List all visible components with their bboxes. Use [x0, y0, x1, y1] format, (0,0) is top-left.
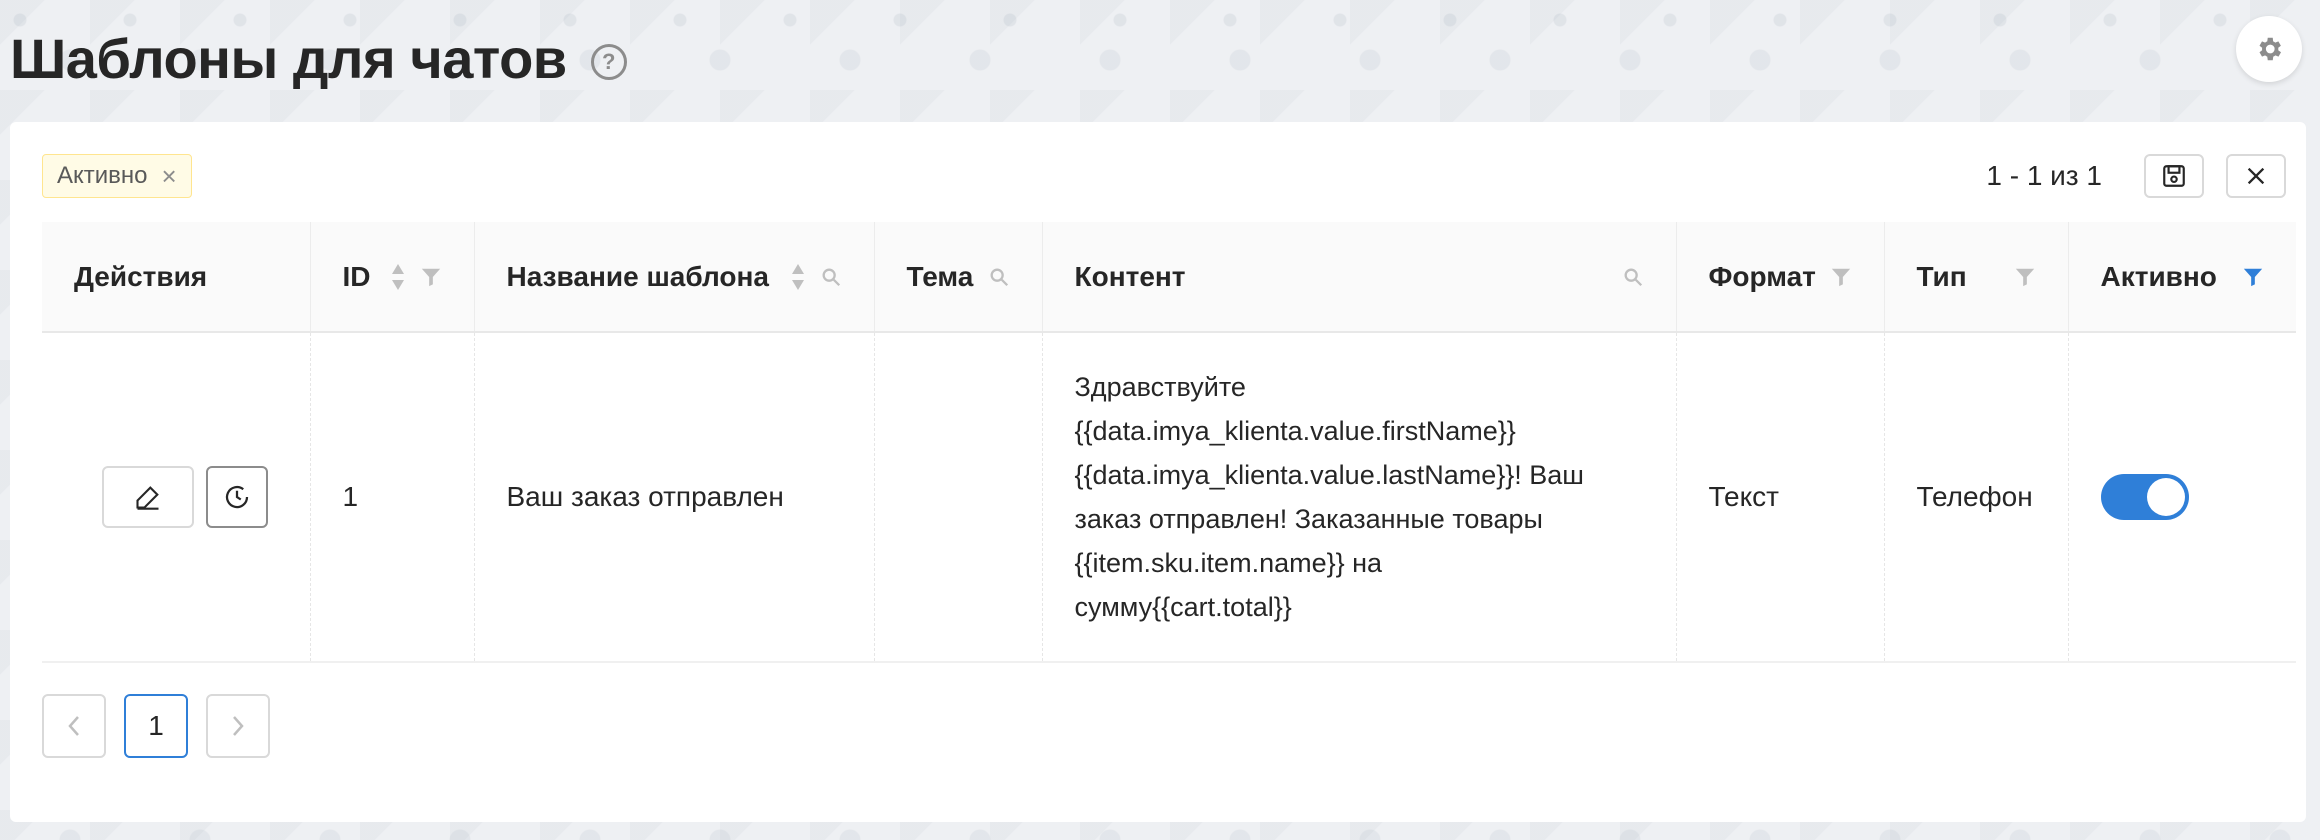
gear-icon: [2259, 37, 2281, 61]
column-header-name[interactable]: Название шаблона: [473, 222, 874, 333]
column-header-actions: Действия: [42, 222, 310, 333]
save-icon: [2163, 165, 2185, 187]
column-header-format[interactable]: Формат: [1675, 222, 1884, 333]
search-icon[interactable]: [988, 266, 1010, 288]
table-header-row: Действия ID Название шаблона Тема Контен…: [42, 222, 2296, 333]
edit-button[interactable]: [101, 466, 194, 528]
content-line: {{data.imya_klienta.value.lastName}}! Ва…: [1074, 460, 1584, 490]
cell-subject: [873, 332, 1042, 663]
edit-icon: [136, 486, 159, 510]
column-header-type[interactable]: Тип: [1883, 222, 2068, 333]
templates-card: Активно × 1 - 1 из 1 Действия ID Названи…: [10, 122, 2306, 822]
filter-icon[interactable]: [1830, 266, 1852, 288]
filter-tag-label: Активно: [57, 162, 148, 189]
cell-type: Телефон: [1883, 332, 2068, 663]
column-header-id[interactable]: ID: [309, 222, 474, 333]
cell-actions: [42, 332, 310, 663]
content-line: Здравствуйте: [1074, 372, 1246, 402]
active-toggle[interactable]: [2100, 474, 2189, 520]
sort-icon[interactable]: [790, 262, 806, 292]
page-header: Шаблоны для чатов ?: [10, 18, 627, 98]
content-line: {{item.sku.item.name}} на: [1074, 548, 1383, 578]
chevron-right-icon: [233, 716, 244, 736]
column-header-active[interactable]: Активно: [2067, 222, 2296, 333]
save-view-button[interactable]: [2144, 154, 2204, 198]
range-text: 1 - 1 из 1: [1986, 160, 2102, 191]
clear-filters-button[interactable]: [2226, 154, 2286, 198]
sort-icon[interactable]: [390, 262, 406, 292]
history-button[interactable]: [205, 466, 268, 528]
templates-table: Действия ID Название шаблона Тема Контен…: [42, 222, 2296, 663]
close-icon[interactable]: ×: [162, 163, 177, 189]
history-icon: [225, 485, 248, 509]
chevron-left-icon: [68, 716, 79, 736]
next-page-button[interactable]: [206, 694, 270, 758]
cell-format: Текст: [1675, 332, 1884, 663]
cell-id: 1: [309, 332, 474, 663]
active-filter-tag: Активно ×: [42, 154, 192, 198]
cell-content: Здравствуйте {{data.imya_klienta.value.f…: [1041, 332, 1676, 663]
search-icon[interactable]: [1622, 266, 1644, 288]
cell-active: [2067, 332, 2296, 663]
question-circle-icon[interactable]: ?: [590, 44, 627, 80]
page-button-current[interactable]: 1: [124, 694, 188, 758]
content-line: {{data.imya_klienta.value.firstName}}: [1074, 416, 1516, 446]
prev-page-button[interactable]: [42, 694, 106, 758]
close-icon: [2247, 167, 2265, 185]
table-toolbar: 1 - 1 из 1: [1986, 154, 2286, 198]
page-title: Шаблоны для чатов: [10, 26, 567, 90]
settings-button[interactable]: [2236, 16, 2302, 82]
filter-icon[interactable]: [2014, 266, 2036, 288]
content-line: сумму{{cart.total}}: [1074, 592, 1292, 622]
pagination: 1: [42, 694, 270, 758]
cell-name: Ваш заказ отправлен: [473, 332, 874, 663]
table-row: 1 Ваш заказ отправлен Здравствуйте {{dat…: [42, 332, 2296, 663]
column-header-subject[interactable]: Тема: [873, 222, 1042, 333]
filter-icon[interactable]: [2242, 266, 2264, 288]
filter-icon[interactable]: [420, 266, 442, 288]
column-header-content[interactable]: Контент: [1041, 222, 1676, 333]
content-line: заказ отправлен! Заказанные товары: [1074, 504, 1543, 534]
search-icon[interactable]: [820, 266, 842, 288]
